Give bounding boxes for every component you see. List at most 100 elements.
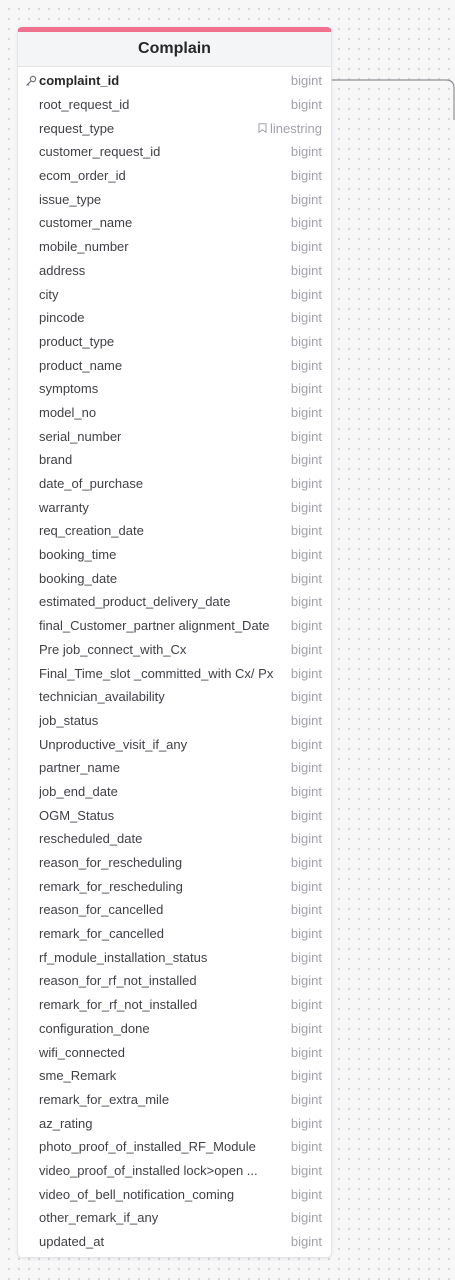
field-type: bigint <box>290 570 322 586</box>
field-type: bigint <box>290 831 322 847</box>
field-type: bigint <box>290 712 322 728</box>
field-row[interactable]: job_end_date bigint <box>18 780 331 804</box>
field-row[interactable]: request_type linestring <box>18 116 331 140</box>
field-row[interactable]: symptoms bigint <box>18 377 331 401</box>
field-row[interactable]: product_name bigint <box>18 353 331 377</box>
field-name: mobile_number <box>39 239 129 255</box>
field-row[interactable]: serial_number bigint <box>18 424 331 448</box>
field-row[interactable]: configuration_done bigint <box>18 1017 331 1041</box>
field-name: OGM_Status <box>39 807 115 823</box>
field-row[interactable]: estimated_product_delivery_date bigint <box>18 590 331 614</box>
field-type-wrapper: bigint <box>291 334 322 349</box>
field-type-wrapper: bigint <box>291 547 322 562</box>
field-type: bigint <box>290 97 322 113</box>
field-row[interactable]: remark_for_extra_mile bigint <box>18 1088 331 1112</box>
field-type-wrapper: bigint <box>291 1210 322 1225</box>
field-type: bigint <box>290 523 322 539</box>
field-row[interactable]: video_proof_of_installed lock>open ... bi… <box>18 1159 331 1183</box>
field-row[interactable]: ecom_order_id bigint <box>18 164 331 188</box>
field-type-wrapper: bigint <box>291 1163 322 1178</box>
field-row[interactable]: mobile_number bigint <box>18 235 331 259</box>
field-type-wrapper: bigint <box>291 192 322 207</box>
field-name: model_no <box>39 404 97 420</box>
field-row[interactable]: reason_for_rf_not_installed bigint <box>18 969 331 993</box>
field-type: bigint <box>290 783 322 799</box>
table-header[interactable]: Complain <box>18 32 331 67</box>
field-name: job_status <box>39 712 99 728</box>
field-type: bigint <box>290 333 322 349</box>
field-row[interactable]: az_rating bigint <box>18 1111 331 1135</box>
field-type: bigint <box>290 1115 322 1131</box>
field-type-wrapper: bigint <box>291 144 322 159</box>
field-row[interactable]: pincode bigint <box>18 306 331 330</box>
field-row[interactable]: model_no bigint <box>18 401 331 425</box>
field-type-wrapper: bigint <box>291 855 322 870</box>
field-row[interactable]: job_status bigint <box>18 709 331 733</box>
field-type-wrapper: bigint <box>291 737 322 752</box>
field-row[interactable]: booking_date bigint <box>18 566 331 590</box>
field-row[interactable]: reason_for_cancelled bigint <box>18 898 331 922</box>
field-type: bigint <box>290 807 322 823</box>
field-row[interactable]: reason_for_rescheduling bigint <box>18 851 331 875</box>
table-card-complain[interactable]: Complain complaint_id bigint root_request_… <box>17 27 332 1259</box>
field-type: bigint <box>290 262 322 278</box>
field-row[interactable]: date_of_purchase bigint <box>18 472 331 496</box>
field-name: req_creation_date <box>39 523 144 539</box>
table-title: Complain <box>138 40 211 57</box>
field-row[interactable]: rf_module_installation_status bigint <box>18 945 331 969</box>
field-type: bigint <box>290 855 322 871</box>
field-name: booking_time <box>39 547 117 563</box>
field-name: Pre job_connect_with_Cx <box>39 641 187 657</box>
field-row[interactable]: OGM_Status bigint <box>18 803 331 827</box>
field-type: bigint <box>290 239 322 255</box>
field-row[interactable]: warranty bigint <box>18 495 331 519</box>
field-row[interactable]: video_of_bell_notification_coming bigint <box>18 1182 331 1206</box>
field-name: final_Customer_partner alignment_Date <box>39 618 270 634</box>
field-row[interactable]: req_creation_date bigint <box>18 519 331 543</box>
field-type-wrapper: bigint <box>291 879 322 894</box>
field-type: bigint <box>290 1091 322 1107</box>
field-name: video_proof_of_installed lock>open ... <box>39 1162 258 1178</box>
field-row[interactable]: issue_type bigint <box>18 187 331 211</box>
field-row[interactable]: photo_proof_of_installed_RF_Module bigint <box>18 1135 331 1159</box>
field-type-wrapper: bigint <box>291 358 322 373</box>
field-row[interactable]: complaint_id bigint <box>18 69 331 93</box>
field-row[interactable]: Unproductive_visit_if_any bigint <box>18 732 331 756</box>
field-row[interactable]: city bigint <box>18 282 331 306</box>
field-row[interactable]: brand bigint <box>18 448 331 472</box>
field-type: bigint <box>290 1044 322 1060</box>
field-type: bigint <box>290 949 322 965</box>
field-name: rescheduled_date <box>39 831 143 847</box>
field-row[interactable]: technician_availability bigint <box>18 685 331 709</box>
field-name: reason_for_cancelled <box>39 902 164 918</box>
field-row[interactable]: partner_name bigint <box>18 756 331 780</box>
field-row[interactable]: updated_at bigint <box>18 1230 331 1254</box>
field-row[interactable]: address bigint <box>18 259 331 283</box>
field-name: job_end_date <box>39 783 118 799</box>
field-row[interactable]: final_Customer_partner alignment_Date big… <box>18 614 331 638</box>
field-name: reason_for_rescheduling <box>39 855 183 871</box>
field-row[interactable]: product_type bigint <box>18 330 331 354</box>
field-row[interactable]: customer_request_id bigint <box>18 140 331 164</box>
field-row[interactable]: sme_Remark bigint <box>18 1064 331 1088</box>
field-row[interactable]: rescheduled_date bigint <box>18 827 331 851</box>
field-type: bigint <box>290 1234 322 1250</box>
field-row[interactable]: wifi_connected bigint <box>18 1040 331 1064</box>
field-row[interactable]: customer_name bigint <box>18 211 331 235</box>
field-row[interactable]: Pre job_connect_with_Cx bigint <box>18 638 331 662</box>
field-row[interactable]: remark_for_rescheduling bigint <box>18 874 331 898</box>
field-name: estimated_product_delivery_date <box>39 594 231 610</box>
field-row[interactable]: other_remark_if_any bigint <box>18 1206 331 1230</box>
field-row[interactable]: remark_for_cancelled bigint <box>18 922 331 946</box>
field-name: ecom_order_id <box>39 168 126 184</box>
field-row[interactable]: remark_for_rf_not_installed bigint <box>18 993 331 1017</box>
field-row[interactable]: Final_Time_slot _committed_with Cx/ Px bi… <box>18 661 331 685</box>
field-type: bigint <box>290 73 322 89</box>
field-name: pincode <box>39 310 85 326</box>
field-row[interactable]: booking_time bigint <box>18 543 331 567</box>
field-type-wrapper: linestring <box>258 121 322 136</box>
field-type: bigint <box>290 404 322 420</box>
field-row[interactable]: root_request_id bigint <box>18 93 331 117</box>
field-type-wrapper: bigint <box>291 523 322 538</box>
field-name: updated_at <box>39 1234 105 1250</box>
